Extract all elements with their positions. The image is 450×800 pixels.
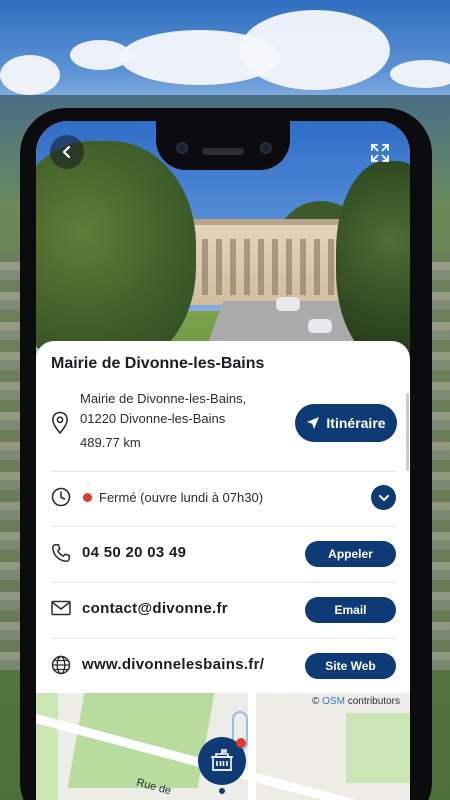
- osm-link[interactable]: OSM: [322, 696, 345, 707]
- globe-icon: [51, 655, 71, 680]
- chevron-down-icon: [378, 494, 389, 501]
- website-button[interactable]: Site Web: [305, 653, 396, 679]
- divider: [51, 471, 396, 472]
- call-button[interactable]: Appeler: [305, 541, 396, 567]
- closed-status-dot: [83, 493, 92, 502]
- email-button[interactable]: Email: [305, 597, 396, 623]
- expand-hours-button[interactable]: [371, 485, 396, 510]
- phone-number: 04 50 20 03 49: [82, 544, 187, 561]
- front-camera-icon: [176, 142, 188, 154]
- fullscreen-icon: [371, 144, 389, 162]
- address-line-1: Mairie de Divonne-les-Bains,: [80, 391, 247, 406]
- website-url: www.divonnelesbains.fr/: [82, 656, 265, 673]
- email-address: contact@divonne.fr: [82, 600, 228, 617]
- map-attribution: © OSM contributors: [312, 696, 400, 707]
- town-hall-icon: [211, 749, 233, 771]
- divider: [51, 638, 396, 639]
- directions-button[interactable]: Itinéraire: [295, 404, 397, 442]
- earpiece-speaker: [202, 148, 244, 155]
- address-line-2: 01220 Divonne-les-Bains: [80, 411, 226, 426]
- sensor-icon: [260, 142, 272, 154]
- divider: [51, 526, 396, 527]
- marker-badge: [236, 738, 246, 748]
- back-arrow-icon: [62, 145, 71, 159]
- navigation-arrow-icon: [307, 417, 320, 429]
- phone-notch: [156, 108, 290, 170]
- place-info-card: Mairie de Divonne-les-Bains Mairie de Di…: [36, 341, 410, 693]
- opening-status: Fermé (ouvre lundi à 07h30): [99, 490, 264, 505]
- fullscreen-button[interactable]: [364, 137, 396, 169]
- scrollbar[interactable]: [406, 393, 409, 471]
- marker-pin-point: [219, 788, 225, 794]
- clock-icon: [51, 487, 71, 512]
- envelope-icon: [51, 600, 71, 621]
- place-title: Mairie de Divonne-les-Bains: [51, 355, 265, 372]
- directions-label: Itinéraire: [326, 415, 386, 431]
- divider: [51, 582, 396, 583]
- back-button[interactable]: [50, 135, 84, 169]
- distance: 489.77 km: [80, 435, 141, 450]
- location-pin-icon: [51, 411, 69, 440]
- phone-icon: [51, 543, 71, 568]
- address: Mairie de Divonne-les-Bains, 01220 Divon…: [80, 389, 246, 429]
